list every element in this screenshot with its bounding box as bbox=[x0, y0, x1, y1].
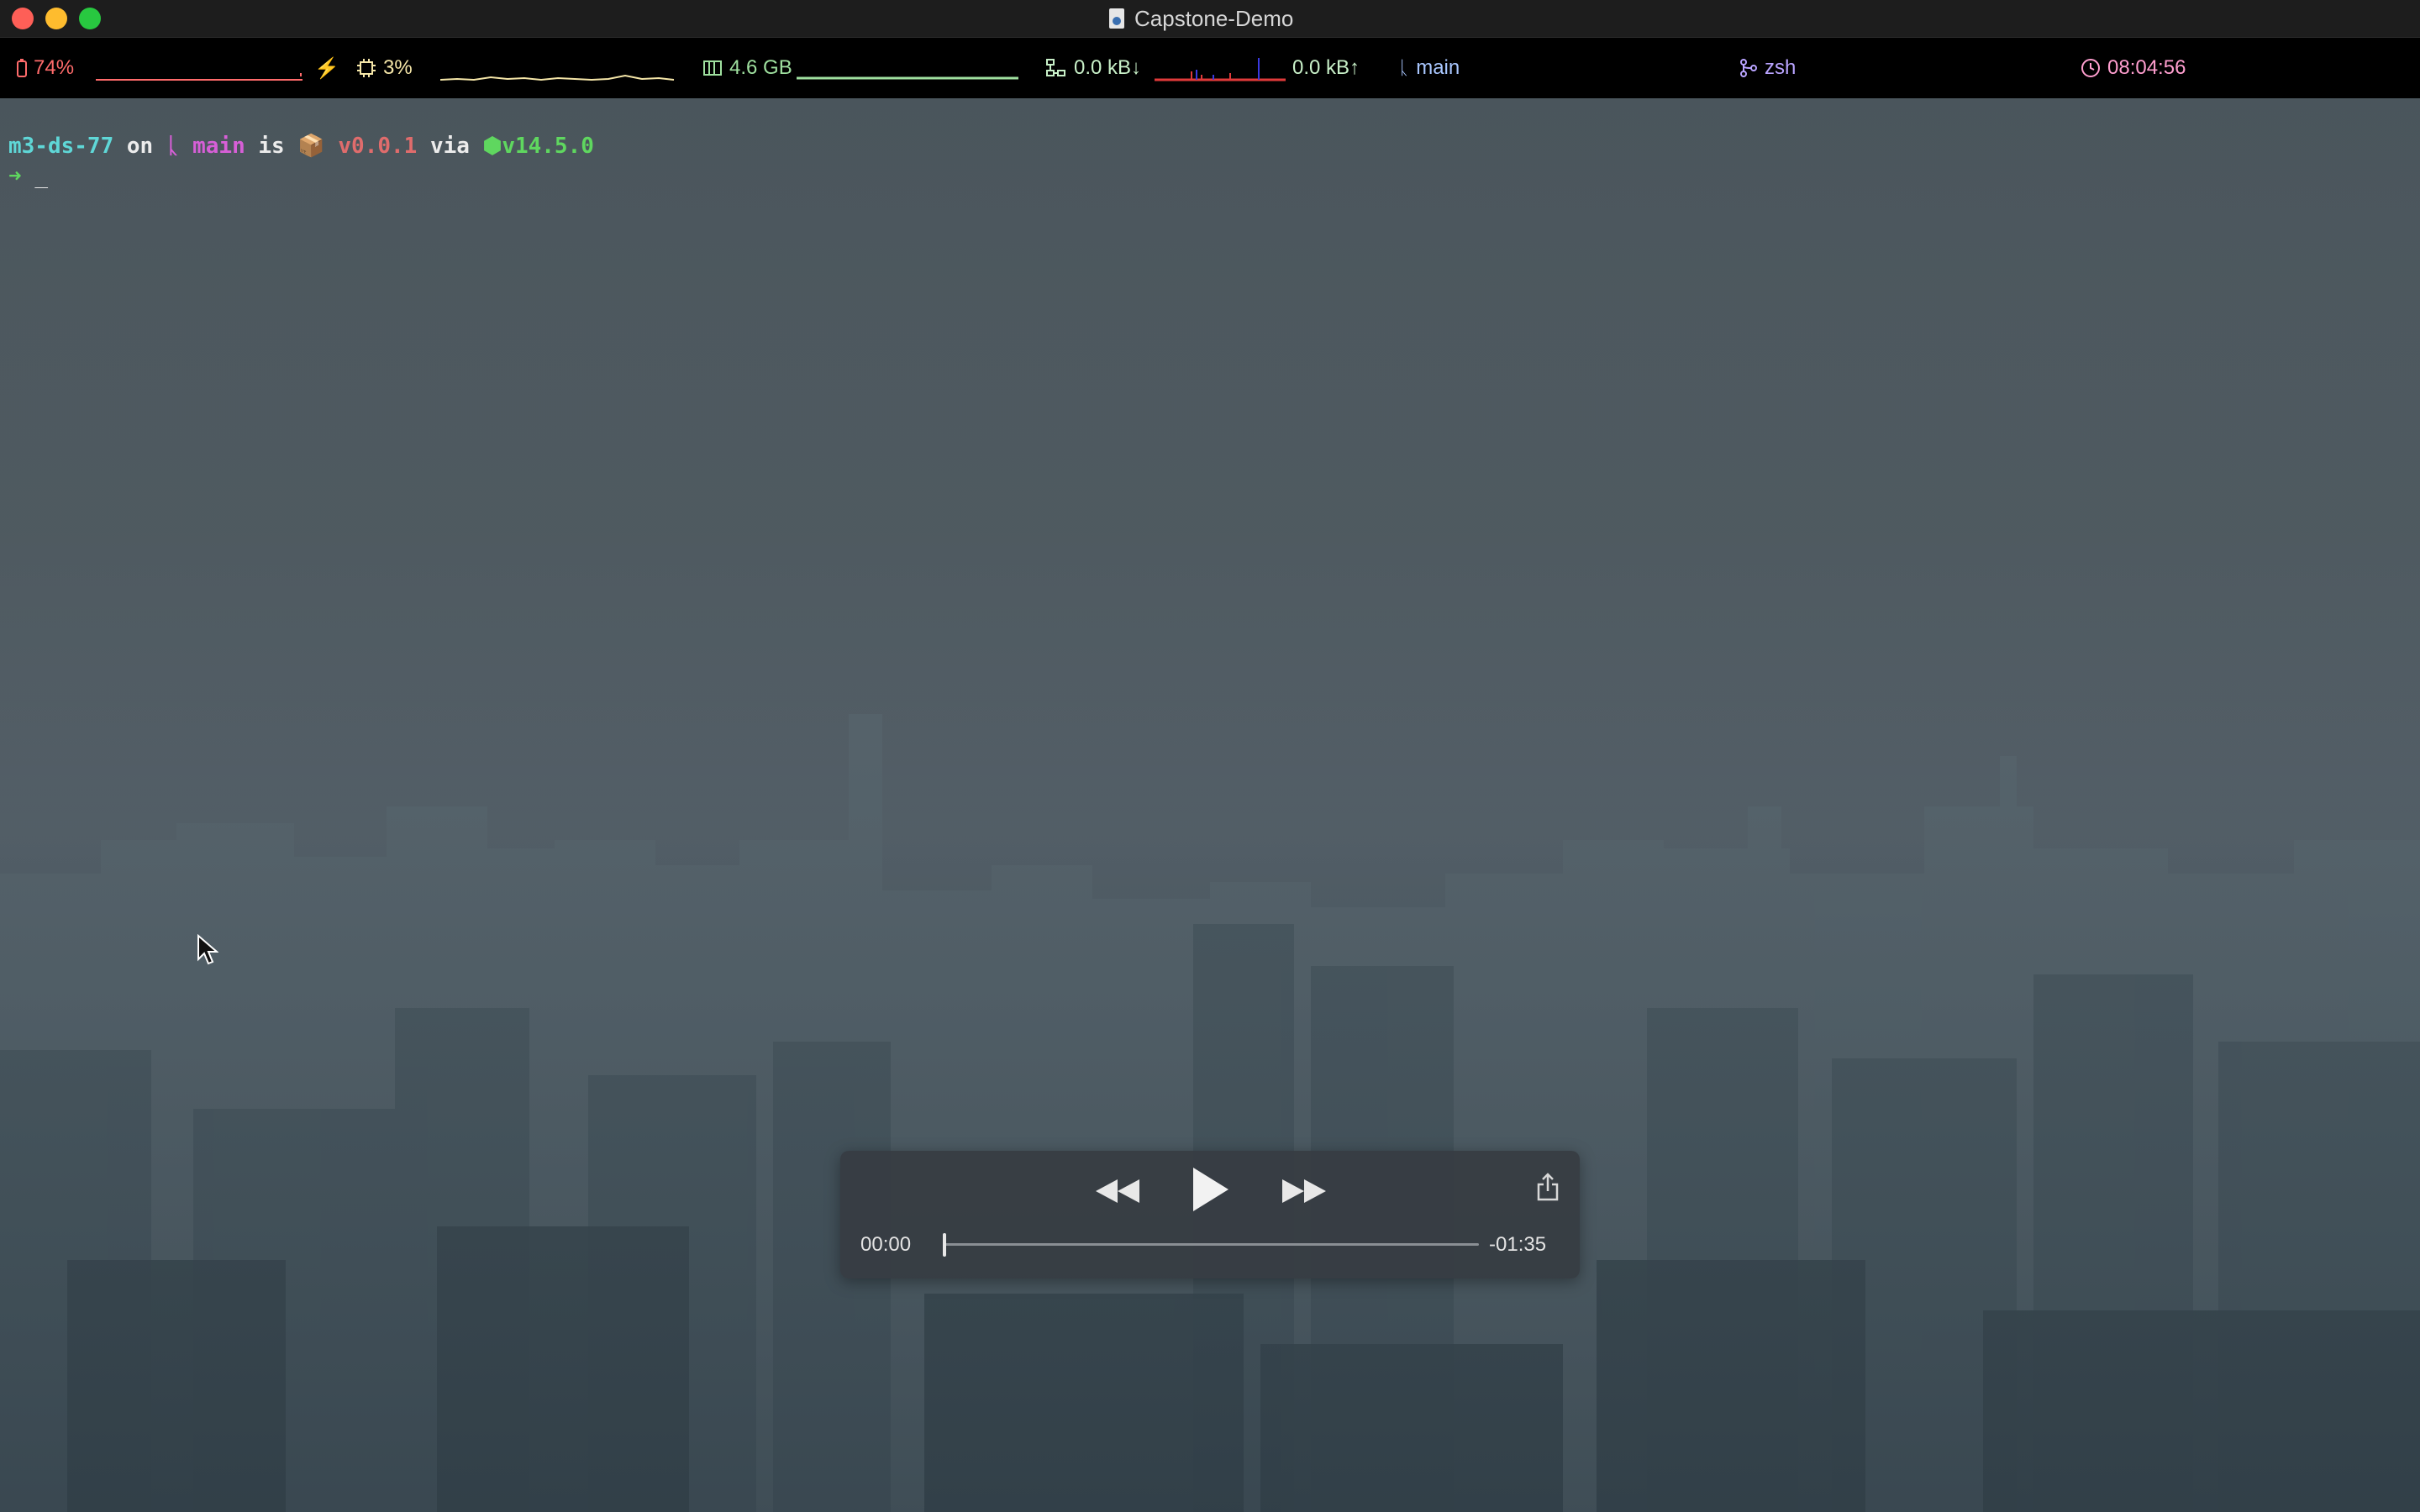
prompt-on-text: on bbox=[113, 134, 166, 159]
city-skyline-image bbox=[0, 0, 2420, 1512]
network-icon bbox=[1046, 59, 1065, 76]
network-up-status: 0.0 kB↑ bbox=[1292, 56, 1360, 80]
network-history-graph bbox=[1155, 58, 1286, 81]
battery-status: 74% bbox=[17, 56, 74, 80]
memory-history-graph bbox=[797, 76, 1018, 80]
git-branch-icon: ᚳ bbox=[166, 134, 180, 159]
elapsed-time: 00:00 bbox=[860, 1233, 912, 1256]
git-branch-name: main bbox=[1416, 56, 1460, 79]
minimize-window-button[interactable] bbox=[45, 8, 67, 29]
playback-scrubber[interactable] bbox=[944, 1243, 1479, 1246]
zoom-window-button[interactable] bbox=[79, 8, 101, 29]
network-download-rate: 0.0 kB↓ bbox=[1074, 56, 1142, 79]
cpu-percent: 3% bbox=[383, 56, 413, 79]
document-icon bbox=[1109, 8, 1124, 29]
charging-bolt-icon: ⚡ bbox=[314, 57, 339, 80]
prompt-arrow-icon: ➜ bbox=[8, 164, 22, 189]
memory-used: 4.6 GB bbox=[729, 56, 792, 79]
terminal-output[interactable]: m3-ds-77 on ᚳ main is 📦 v0.0.1 via ⬢v14.… bbox=[8, 131, 594, 192]
cpu-icon bbox=[357, 59, 376, 77]
media-player-controls: 00:00 -01:35 bbox=[840, 1151, 1580, 1278]
nodejs-icon: ⬢ bbox=[482, 134, 502, 159]
package-icon: 📦 bbox=[297, 134, 325, 159]
shell-status: zsh bbox=[1739, 56, 1796, 80]
battery-percent: 74% bbox=[34, 56, 75, 79]
prompt-info-line: m3-ds-77 on ᚳ main is 📦 v0.0.1 via ⬢v14.… bbox=[8, 131, 594, 161]
prompt-node-version: v14.5.0 bbox=[502, 134, 594, 159]
desktop-background bbox=[0, 0, 2420, 1512]
prompt-directory: m3-ds-77 bbox=[8, 134, 114, 159]
prompt-input-line[interactable]: ➜ _ bbox=[8, 161, 594, 192]
prompt-via-text: via bbox=[417, 134, 483, 159]
prompt-is-text: is bbox=[245, 134, 298, 159]
scrubber-thumb[interactable] bbox=[943, 1233, 946, 1257]
close-window-button[interactable] bbox=[12, 8, 34, 29]
battery-history-graph bbox=[96, 73, 302, 81]
play-button[interactable] bbox=[1190, 1164, 1230, 1215]
share-icon[interactable] bbox=[1536, 1173, 1560, 1201]
network-upload-rate: 0.0 kB↑ bbox=[1292, 56, 1360, 79]
window-titlebar: Capstone-Demo bbox=[0, 0, 2420, 38]
remaining-time: -01:35 bbox=[1489, 1233, 1547, 1256]
battery-icon bbox=[17, 59, 27, 77]
rewind-button[interactable] bbox=[1094, 1174, 1141, 1208]
terminal-cursor: _ bbox=[34, 164, 48, 189]
window-title-group: Capstone-Demo bbox=[1109, 5, 1293, 32]
prompt-branch: main bbox=[192, 134, 245, 159]
shell-icon bbox=[1740, 59, 1757, 77]
clock-status: 08:04:56 bbox=[2081, 56, 2186, 80]
git-branch-status: ᚳ main bbox=[1398, 56, 1460, 80]
terminal-status-bar: 74% ⚡ 3% 4.6 GB 0.0 kB↓ 0.0 kB↑ ᚳ main z… bbox=[0, 38, 2420, 98]
cpu-status: 3% bbox=[356, 56, 413, 80]
memory-status: 4.6 GB bbox=[702, 56, 792, 80]
fast-forward-button[interactable] bbox=[1281, 1174, 1328, 1208]
git-branch-icon: ᚳ bbox=[1398, 57, 1410, 79]
clock-icon bbox=[2081, 59, 2100, 77]
clock-time: 08:04:56 bbox=[2107, 56, 2186, 79]
mouse-pointer-icon bbox=[197, 934, 218, 965]
prompt-package-version: v0.0.1 bbox=[338, 134, 418, 159]
window-title: Capstone-Demo bbox=[1134, 5, 1294, 31]
cpu-history-graph bbox=[440, 74, 675, 81]
memory-icon bbox=[703, 60, 722, 76]
shell-name: zsh bbox=[1765, 56, 1797, 79]
network-down-status: 0.0 kB↓ bbox=[1045, 56, 1141, 80]
